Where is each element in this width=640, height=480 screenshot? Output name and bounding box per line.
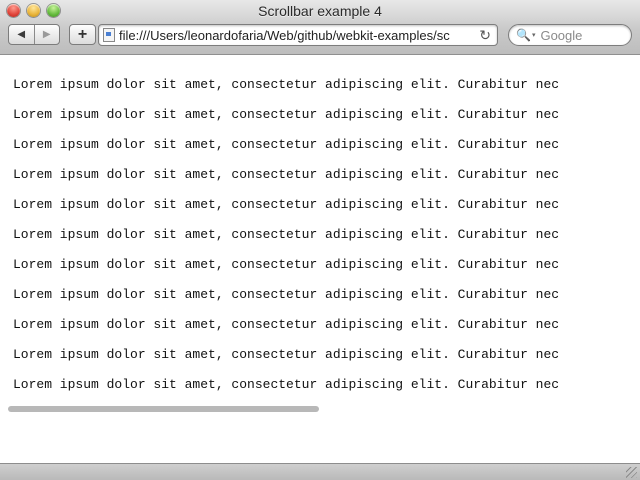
text-line: Lorem ipsum dolor sit amet, consectetur … [13, 77, 560, 92]
chevron-down-icon[interactable]: ▾ [532, 31, 536, 39]
back-arrow-icon: ◀ [17, 29, 26, 40]
search-field[interactable]: 🔍 ▾ [508, 24, 632, 46]
text-line: Lorem ipsum dolor sit amet, consectetur … [13, 257, 560, 272]
add-bookmark-button[interactable]: + [69, 24, 96, 45]
text-line: Lorem ipsum dolor sit amet, consectetur … [13, 227, 560, 242]
window-titlebar: Scrollbar example 4 ◀ ▶ + file:///Users/… [0, 0, 640, 55]
plus-icon: + [77, 25, 88, 43]
text-line: Lorem ipsum dolor sit amet, consectetur … [13, 167, 560, 182]
page-content: Lorem ipsum dolor sit amet, consectetur … [0, 55, 640, 463]
text-line: Lorem ipsum dolor sit amet, consectetur … [13, 197, 560, 212]
forward-button[interactable]: ▶ [33, 25, 60, 44]
text-line: Lorem ipsum dolor sit amet, consectetur … [13, 287, 560, 302]
search-icon[interactable]: 🔍 [516, 28, 531, 42]
text-block: Lorem ipsum dolor sit amet, consectetur … [13, 70, 562, 400]
back-button[interactable]: ◀ [9, 25, 34, 44]
text-line: Lorem ipsum dolor sit amet, consectetur … [13, 137, 560, 152]
horizontal-scrollbar-thumb[interactable] [8, 406, 319, 412]
text-line: Lorem ipsum dolor sit amet, consectetur … [13, 317, 560, 332]
page-icon [103, 28, 115, 42]
status-bar [0, 463, 640, 480]
address-bar[interactable]: file:///Users/leonardofaria/Web/github/w… [98, 24, 498, 46]
reload-icon[interactable]: ↻ [479, 27, 491, 44]
search-input[interactable] [540, 27, 621, 43]
resize-grip-icon[interactable] [626, 467, 637, 478]
text-line: Lorem ipsum dolor sit amet, consectetur … [13, 377, 560, 392]
window-title: Scrollbar example 4 [258, 3, 382, 19]
url-text[interactable]: file:///Users/leonardofaria/Web/github/w… [119, 28, 479, 43]
text-line: Lorem ipsum dolor sit amet, consectetur … [13, 107, 560, 122]
text-line: Lorem ipsum dolor sit amet, consectetur … [13, 347, 560, 362]
back-forward-group: ◀ ▶ [8, 24, 60, 45]
forward-arrow-icon: ▶ [42, 29, 51, 40]
